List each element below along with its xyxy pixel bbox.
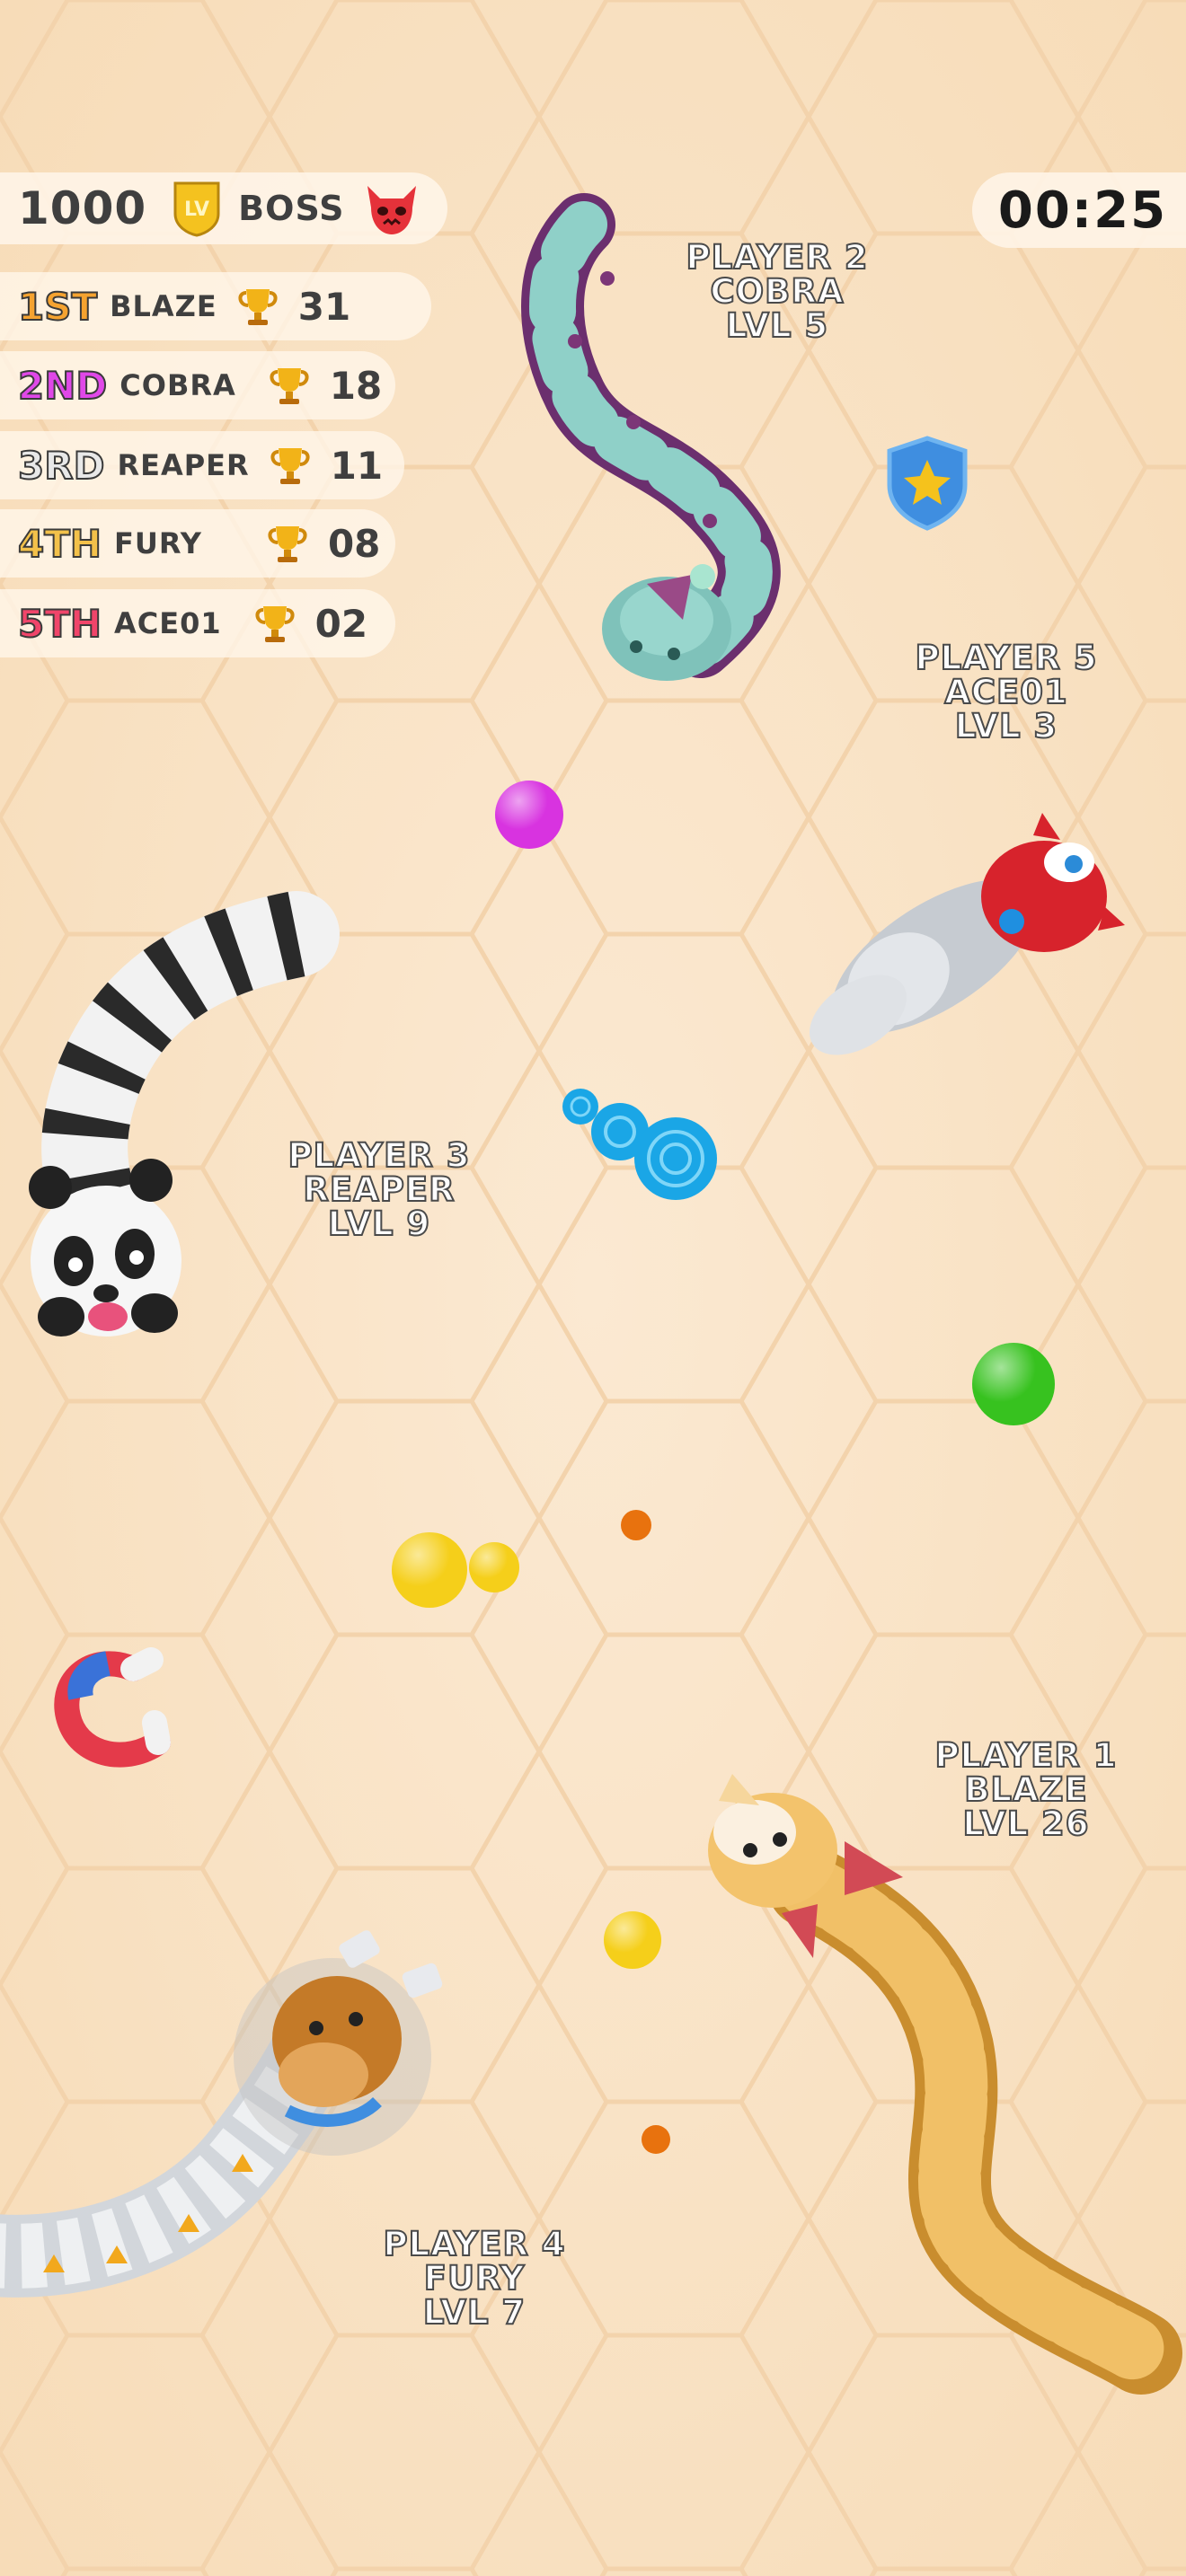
player-5-label: PLAYER 5 ACE01 LVL 3: [898, 639, 1114, 745]
player-score: 11: [330, 443, 384, 488]
rank-position: 1ST: [17, 284, 98, 330]
level-badge-icon: LV: [173, 181, 220, 237]
trophy-icon: [255, 606, 295, 642]
player-label-line: PLAYER 5: [915, 639, 1098, 677]
match-timer: 00:25: [972, 172, 1186, 248]
trophy-icon: [268, 526, 307, 562]
player-label-line: PLAYER 4: [383, 2225, 566, 2263]
player-1-label: PLAYER 1 BLAZE LVL 26: [918, 1736, 1134, 1843]
rank-position: 2ND: [17, 363, 108, 409]
demon-head-icon: [367, 186, 417, 234]
player-label-line: PLAYER 2: [686, 238, 869, 277]
score-panel: 1000 LV BOSS: [0, 172, 447, 244]
score-value: 1000: [18, 182, 147, 234]
player-label-line: PLAYER 3: [288, 1136, 471, 1175]
player-label-level: LVL 5: [725, 306, 829, 345]
player-4-label: PLAYER 4 FURY LVL 7: [367, 2225, 582, 2332]
trophy-icon: [238, 289, 278, 325]
player-2-label: PLAYER 2 COBRA LVL 5: [683, 238, 872, 345]
rank-position: 3RD: [17, 443, 105, 489]
rank-position: 5TH: [17, 601, 102, 647]
leaderboard-row: 1ST BLAZE 31: [0, 272, 431, 340]
player-name: COBRA: [119, 368, 236, 402]
player-name: ACE01: [114, 606, 222, 640]
player-score: 02: [314, 601, 368, 646]
player-3-label: PLAYER 3 REAPER LVL 9: [271, 1136, 487, 1243]
player-label-level: LVL 9: [327, 1204, 431, 1243]
leaderboard-row: 4TH FURY 08: [0, 509, 395, 578]
player-name: FURY: [114, 526, 202, 560]
player-label-name: FURY: [423, 2259, 526, 2298]
trophy-icon: [270, 368, 309, 404]
trophy-icon: [270, 448, 310, 484]
player-name: BLAZE: [110, 289, 217, 323]
player-name: REAPER: [117, 448, 250, 482]
player-label-level: LVL 26: [961, 1804, 1090, 1843]
boss-label: BOSS: [238, 189, 345, 228]
player-score: 18: [329, 363, 383, 408]
player-label-level: LVL 7: [422, 2293, 527, 2332]
player-score: 31: [297, 284, 351, 329]
player-label-name: REAPER: [302, 1170, 456, 1209]
player-label-level: LVL 3: [954, 707, 1058, 745]
player-score: 08: [327, 521, 381, 566]
leaderboard-row: 3RD REAPER 11: [0, 431, 404, 499]
player-label-name: COBRA: [710, 272, 845, 311]
rank-position: 4TH: [17, 521, 102, 567]
level-badge-text: LV: [184, 198, 209, 221]
leaderboard-row: 2ND COBRA 18: [0, 351, 395, 419]
player-label-name: ACE01: [943, 673, 1068, 711]
player-label-line: PLAYER 1: [934, 1736, 1118, 1775]
leaderboard-row: 5TH ACE01 02: [0, 589, 395, 657]
timer-value: 00:25: [997, 181, 1168, 240]
player-label-name: BLAZE: [963, 1770, 1088, 1809]
